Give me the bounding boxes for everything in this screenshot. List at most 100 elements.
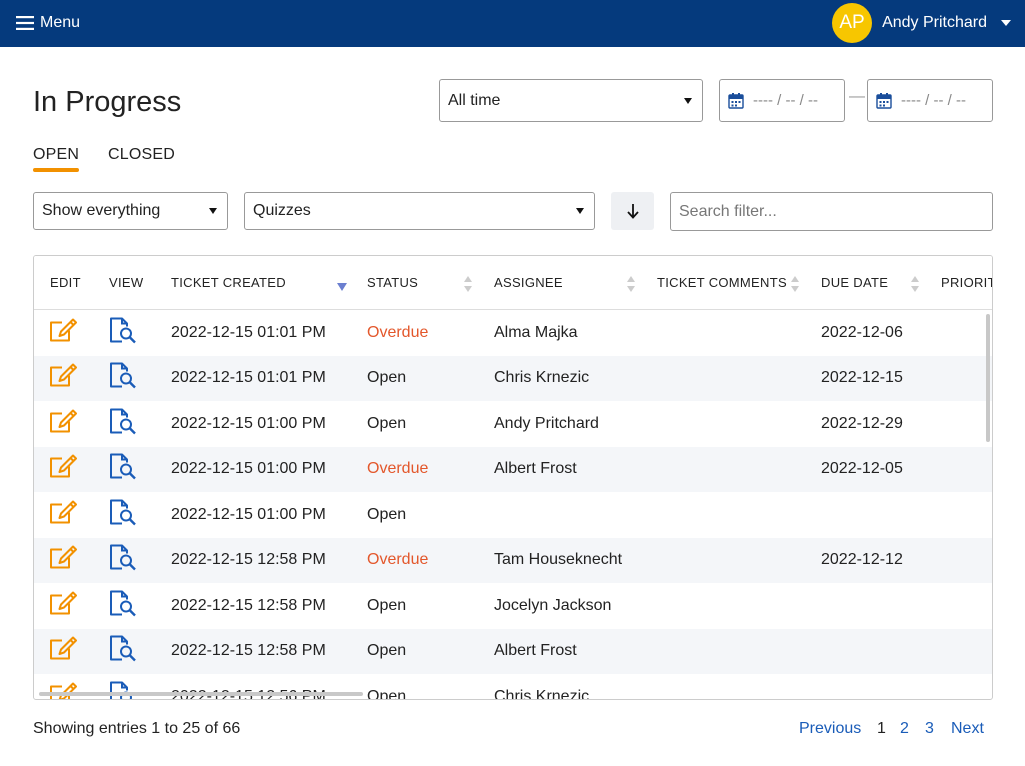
column-header-edit: EDIT: [50, 275, 81, 290]
assignee-cell: Andy Pritchard: [494, 414, 599, 432]
assignee-cell: Albert Frost: [494, 642, 577, 660]
view-document-icon[interactable]: [109, 681, 137, 699]
table-row: 2022-12-15 12:58 PM Open Albert Frost: [34, 628, 992, 674]
ticket-created-cell: 2022-12-15 12:58 PM: [171, 551, 326, 569]
table-row: 2022-12-15 01:00 PM Overdue Albert Frost 20…: [34, 446, 992, 492]
status-cell: Overdue: [367, 460, 429, 478]
view-document-icon[interactable]: [109, 590, 137, 621]
sort-direction-button[interactable]: [611, 192, 654, 230]
hamburger-icon: [16, 16, 34, 30]
column-header-priority[interactable]: PRIORIT: [941, 275, 992, 290]
status-cell: Overdue: [367, 551, 429, 569]
assignee-cell: Jocelyn Jackson: [494, 596, 612, 614]
search-input[interactable]: [670, 192, 993, 231]
edit-icon[interactable]: [49, 363, 77, 394]
show-filter-value: Show everything: [42, 202, 161, 219]
ticket-created-cell: 2022-12-15 12:58 PM: [171, 596, 326, 614]
status-cell: Open: [367, 596, 407, 614]
start-date-field[interactable]: ---- / -- / --: [719, 79, 845, 122]
tab-closed[interactable]: CLOSED: [108, 146, 175, 164]
sort-descending-icon: [337, 283, 347, 291]
end-date-placeholder: ---- / -- / --: [901, 92, 966, 109]
table-row: 2022-12-15 01:01 PM Overdue Alma Majka 2022…: [34, 310, 992, 356]
vertical-scrollbar[interactable]: [986, 314, 990, 442]
time-range-select[interactable]: All time: [439, 79, 703, 122]
assignee-cell: Chris Krnezic: [494, 369, 590, 387]
tickets-table: EDIT VIEW TICKET CREATED STATUS ASSIGNEE…: [33, 255, 993, 700]
sort-icon: [791, 276, 799, 292]
due-date-cell: 2022-12-29: [821, 414, 903, 432]
ticket-created-cell: 2022-12-15 01:00 PM: [171, 414, 326, 432]
menu-label: Menu: [40, 14, 81, 31]
horizontal-scrollbar[interactable]: [39, 692, 363, 696]
due-date-cell: 2022-12-12: [821, 551, 903, 569]
ticket-created-cell: 2022-12-15 01:00 PM: [171, 505, 326, 523]
sort-icon: [464, 276, 472, 292]
view-document-icon[interactable]: [109, 544, 137, 576]
view-document-icon[interactable]: [109, 635, 137, 667]
entries-info: Showing entries 1 to 25 of 66: [33, 720, 241, 737]
top-navigation-bar: Menu AP Andy Pritchard: [0, 0, 1025, 47]
view-document-icon[interactable]: [109, 317, 137, 348]
view-document-icon[interactable]: [109, 362, 137, 394]
edit-icon[interactable]: [49, 499, 77, 530]
column-header-due-date[interactable]: DUE DATE: [821, 275, 888, 290]
ticket-created-cell: 2022-12-15 12:58 PM: [171, 642, 326, 660]
chevron-down-icon: [1001, 20, 1011, 26]
tab-open[interactable]: OPEN: [33, 146, 80, 172]
table-row: 2022-12-15 01:00 PM Open Andy Pritchard 202…: [34, 401, 992, 447]
column-header-ticket-comments[interactable]: TICKET COMMENTS: [657, 275, 787, 290]
time-range-value: All time: [448, 91, 501, 109]
column-header-assignee[interactable]: ASSIGNEE: [494, 275, 563, 290]
due-date-cell: 2022-12-05: [821, 460, 903, 478]
edit-icon[interactable]: [49, 408, 77, 439]
arrow-down-icon: [626, 204, 639, 219]
pagination-page-2[interactable]: 2: [900, 720, 909, 738]
dropdown-arrow-icon: [209, 208, 217, 214]
start-date-placeholder: ---- / -- / --: [753, 92, 818, 109]
edit-icon[interactable]: [49, 454, 77, 485]
edit-icon[interactable]: [49, 545, 77, 576]
table-header: EDIT VIEW TICKET CREATED STATUS ASSIGNEE…: [34, 256, 992, 310]
view-document-icon[interactable]: [109, 453, 137, 485]
ticket-created-cell: 2022-12-15 01:01 PM: [171, 323, 326, 341]
assignee-cell: Alma Majka: [494, 323, 578, 341]
view-document-icon[interactable]: [109, 499, 137, 530]
status-cell: Open: [367, 414, 407, 432]
ticket-created-cell: 2022-12-15 01:00 PM: [171, 460, 326, 478]
assignee-cell: Chris Krnezic: [494, 687, 590, 700]
due-date-cell: 2022-12-06: [821, 323, 903, 341]
assignee-cell: Albert Frost: [494, 460, 577, 478]
column-header-status[interactable]: STATUS: [367, 275, 418, 290]
table-row: 2022-12-15 12:58 PM Overdue Tam Houseknech…: [34, 537, 992, 583]
menu-button[interactable]: Menu: [16, 12, 80, 34]
user-menu[interactable]: AP Andy Pritchard: [832, 3, 1011, 43]
table-row: 2022-12-15 01:01 PM Open Chris Krnezic 2022…: [34, 355, 992, 401]
edit-icon[interactable]: [49, 590, 77, 621]
table-row: 2022-12-15 12:58 PM Open Jocelyn Jackson: [34, 583, 992, 629]
category-filter-value: Quizzes: [253, 202, 311, 219]
table-row: 2022-12-15 01:00 PM Open: [34, 492, 992, 538]
status-cell: Open: [367, 369, 407, 387]
calendar-icon: [728, 92, 744, 109]
sort-icon: [627, 276, 635, 292]
edit-icon[interactable]: [49, 636, 77, 667]
column-header-view: VIEW: [109, 275, 144, 290]
status-cell: Open: [367, 505, 407, 523]
view-document-icon[interactable]: [109, 408, 137, 439]
end-date-field[interactable]: ---- / -- / --: [867, 79, 993, 122]
column-header-ticket-created[interactable]: TICKET CREATED: [171, 275, 286, 290]
category-filter-select[interactable]: Quizzes: [244, 192, 595, 230]
assignee-cell: Tam Houseknecht: [494, 551, 623, 569]
ticket-created-cell: 2022-12-15 01:01 PM: [171, 369, 326, 387]
dropdown-arrow-icon: [684, 97, 692, 104]
edit-icon[interactable]: [49, 317, 77, 348]
pagination-previous[interactable]: Previous: [799, 720, 861, 738]
dropdown-arrow-icon: [576, 208, 584, 214]
edit-icon[interactable]: [49, 681, 77, 699]
pagination-next[interactable]: Next: [951, 720, 984, 738]
pagination-page-3[interactable]: 3: [925, 720, 934, 738]
show-filter-select[interactable]: Show everything: [33, 192, 228, 230]
pagination-page-1[interactable]: 1: [877, 720, 886, 738]
user-name: Andy Pritchard: [882, 14, 987, 31]
